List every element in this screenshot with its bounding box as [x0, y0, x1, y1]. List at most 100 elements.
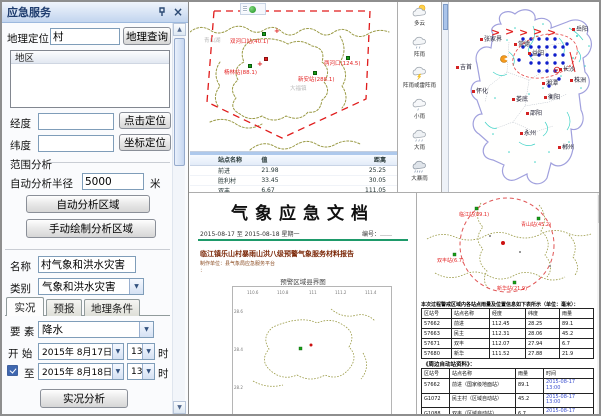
name-input[interactable]: [38, 256, 136, 273]
end-date-value: 2015年 8月18日: [42, 365, 112, 378]
chevron-down-icon[interactable]: ▼: [112, 364, 123, 379]
station-marker[interactable]: [264, 57, 268, 61]
coord-locate-button[interactable]: 坐标定位: [119, 134, 171, 151]
element-label: 要 素: [10, 324, 34, 339]
start-hour-picker[interactable]: 13 ▼: [127, 343, 155, 360]
tab-label: 预报: [54, 301, 75, 316]
tick-label: 111.4: [365, 290, 377, 295]
legend-label: 阵雨或雷阵雨: [403, 81, 436, 89]
svg-text:>: >: [505, 25, 514, 38]
station-label: 新安站(288.1): [298, 78, 335, 84]
region-list-header[interactable]: 地区: [11, 51, 169, 64]
legend-label: 多云: [414, 19, 425, 27]
geo-label: 地理定位: [7, 31, 49, 46]
scroll-up-icon[interactable]: ▲: [173, 23, 186, 36]
tick-label: 111.2: [335, 290, 347, 295]
station-data-table: 区站号站点名称经度纬度雨量57662前进112.4528.2589.157663…: [421, 308, 594, 359]
document-number: 编号：……: [362, 229, 392, 238]
document-title: 气象应急文档: [190, 199, 416, 224]
panel-titlebar: 应急服务 ×: [2, 2, 188, 23]
start-date-value: 2015年 8月17日: [42, 345, 112, 358]
chevron-down-icon[interactable]: ▼: [142, 364, 154, 379]
category-label: 类别: [10, 281, 31, 296]
end-checkbox[interactable]: [7, 365, 18, 376]
end-date-picker[interactable]: 2015年 8月18日 ▼: [38, 363, 124, 380]
light-rain-icon: [410, 97, 430, 111]
document-page-2: 临江站(89.1) 青山站(45.2) 双丰站(6.7) 新华站(21.9) 本…: [417, 193, 601, 416]
geo-query-button[interactable]: 地理查询: [123, 27, 171, 45]
analysis-map-pane: + + 双河口站(40.1) 杨林站(88.1) 新安站(288.1) 两河口(…: [190, 2, 397, 192]
legend-item: 阵雨: [398, 33, 441, 64]
scroll-down-icon[interactable]: ▼: [173, 401, 186, 414]
station-label: 双河口站(40.1): [230, 40, 269, 46]
tab-forecast[interactable]: 预报: [46, 299, 82, 316]
chevron-down-icon[interactable]: ▼: [142, 344, 154, 359]
divider: [441, 2, 442, 192]
end-hour-picker[interactable]: 13 ▼: [127, 363, 155, 380]
station-label: 双丰站(6.7): [437, 257, 464, 264]
rain-icon: [410, 128, 430, 142]
city-label: 张家界: [480, 37, 502, 43]
tab-geography[interactable]: 地理条件: [84, 299, 140, 316]
pin-icon[interactable]: [158, 7, 167, 17]
document-figure: 110.6 110.8 111 111.2 111.4 28.6 28.4 28…: [232, 286, 392, 415]
close-icon[interactable]: ×: [173, 6, 183, 18]
city-label: 衡阳: [544, 95, 560, 101]
radius-unit: 米: [150, 176, 161, 191]
click-locate-button[interactable]: 点击定位: [119, 112, 171, 129]
chevron-down-icon[interactable]: ▼: [129, 279, 143, 294]
region-listbox[interactable]: 地区: [10, 50, 170, 108]
sun-cloud-icon: [410, 4, 430, 18]
legend-item: 多云: [398, 2, 441, 33]
longitude-input[interactable]: [38, 113, 114, 130]
city-label: 湘潭: [542, 81, 558, 87]
latitude-label: 纬度: [10, 138, 31, 153]
document-date-line: 2015-08-17 至 2015-08-18 星期一: [200, 229, 299, 238]
manual-region-button[interactable]: 手动绘制分析区域: [26, 219, 156, 238]
analysis-map[interactable]: [190, 2, 397, 152]
cross-marker: +: [274, 28, 280, 35]
start-date-picker[interactable]: 2015年 8月17日 ▼: [38, 343, 124, 360]
document-scrollbar[interactable]: [597, 193, 601, 416]
station-label: 青山站(45.2): [521, 221, 551, 228]
tab-live[interactable]: 实况: [6, 297, 44, 316]
station-label: 两河口(124.5): [324, 62, 361, 68]
longitude-label: 经度: [10, 116, 31, 131]
latitude-input[interactable]: [38, 135, 114, 152]
emergency-panel: 应急服务 × 地理定位 地理查询 地区 经度 点击定位 纬度 坐标定位 范围分析…: [2, 2, 189, 414]
tick-label: 110.6: [247, 290, 259, 295]
document-colon: ：: [200, 267, 205, 274]
analyze-button[interactable]: 实况分析: [40, 389, 128, 408]
scrollbar-thumb[interactable]: [174, 38, 185, 166]
weather-legend: 多云 阵雨 阵雨或雷阵雨 小雨: [398, 2, 441, 192]
panel-scrollbar[interactable]: ▲ ▼: [172, 23, 185, 414]
station-marker[interactable]: [248, 64, 252, 68]
refresh-globe-icon[interactable]: [249, 6, 256, 13]
capital-marker-dot: [556, 69, 558, 71]
chevron-down-icon[interactable]: ▼: [112, 344, 123, 359]
scrollbar-thumb[interactable]: [443, 4, 448, 30]
nearby-note: 《周边自动站资料》：: [423, 360, 475, 368]
legend-label: 阵雨: [414, 50, 425, 58]
legend-label: 大暴雨: [411, 174, 428, 182]
radius-input[interactable]: [82, 173, 144, 190]
station-marker[interactable]: [346, 56, 350, 60]
grip-icon: [243, 6, 247, 12]
auto-region-button[interactable]: 自动分析区域: [26, 195, 150, 213]
svg-text:>: >: [547, 26, 556, 39]
city-label: 怀化: [472, 89, 488, 95]
map-toolbar[interactable]: [240, 3, 266, 15]
category-select[interactable]: 气象和洪水灾害 ▼: [38, 278, 144, 295]
geo-input[interactable]: [50, 28, 120, 45]
tick-label: 28.2: [234, 385, 243, 390]
map-scrollbar[interactable]: [442, 2, 449, 192]
chevron-down-icon[interactable]: ▼: [139, 322, 153, 337]
station-table[interactable]: 站点名称值距离前进21.9825.25胜利村33.4530.05双丰6.6711…: [190, 155, 397, 192]
station-marker[interactable]: [262, 32, 266, 36]
element-select[interactable]: 降水 ▼: [38, 321, 154, 338]
legend-item: 小雨: [398, 95, 441, 126]
station-marker[interactable]: [313, 71, 317, 75]
name-label: 名称: [10, 259, 31, 274]
legend-item: 阵雨或雷阵雨: [398, 64, 441, 95]
station-circle-figure: 临江站(89.1) 青山站(45.2) 双丰站(6.7) 新华站(21.9): [419, 195, 597, 299]
